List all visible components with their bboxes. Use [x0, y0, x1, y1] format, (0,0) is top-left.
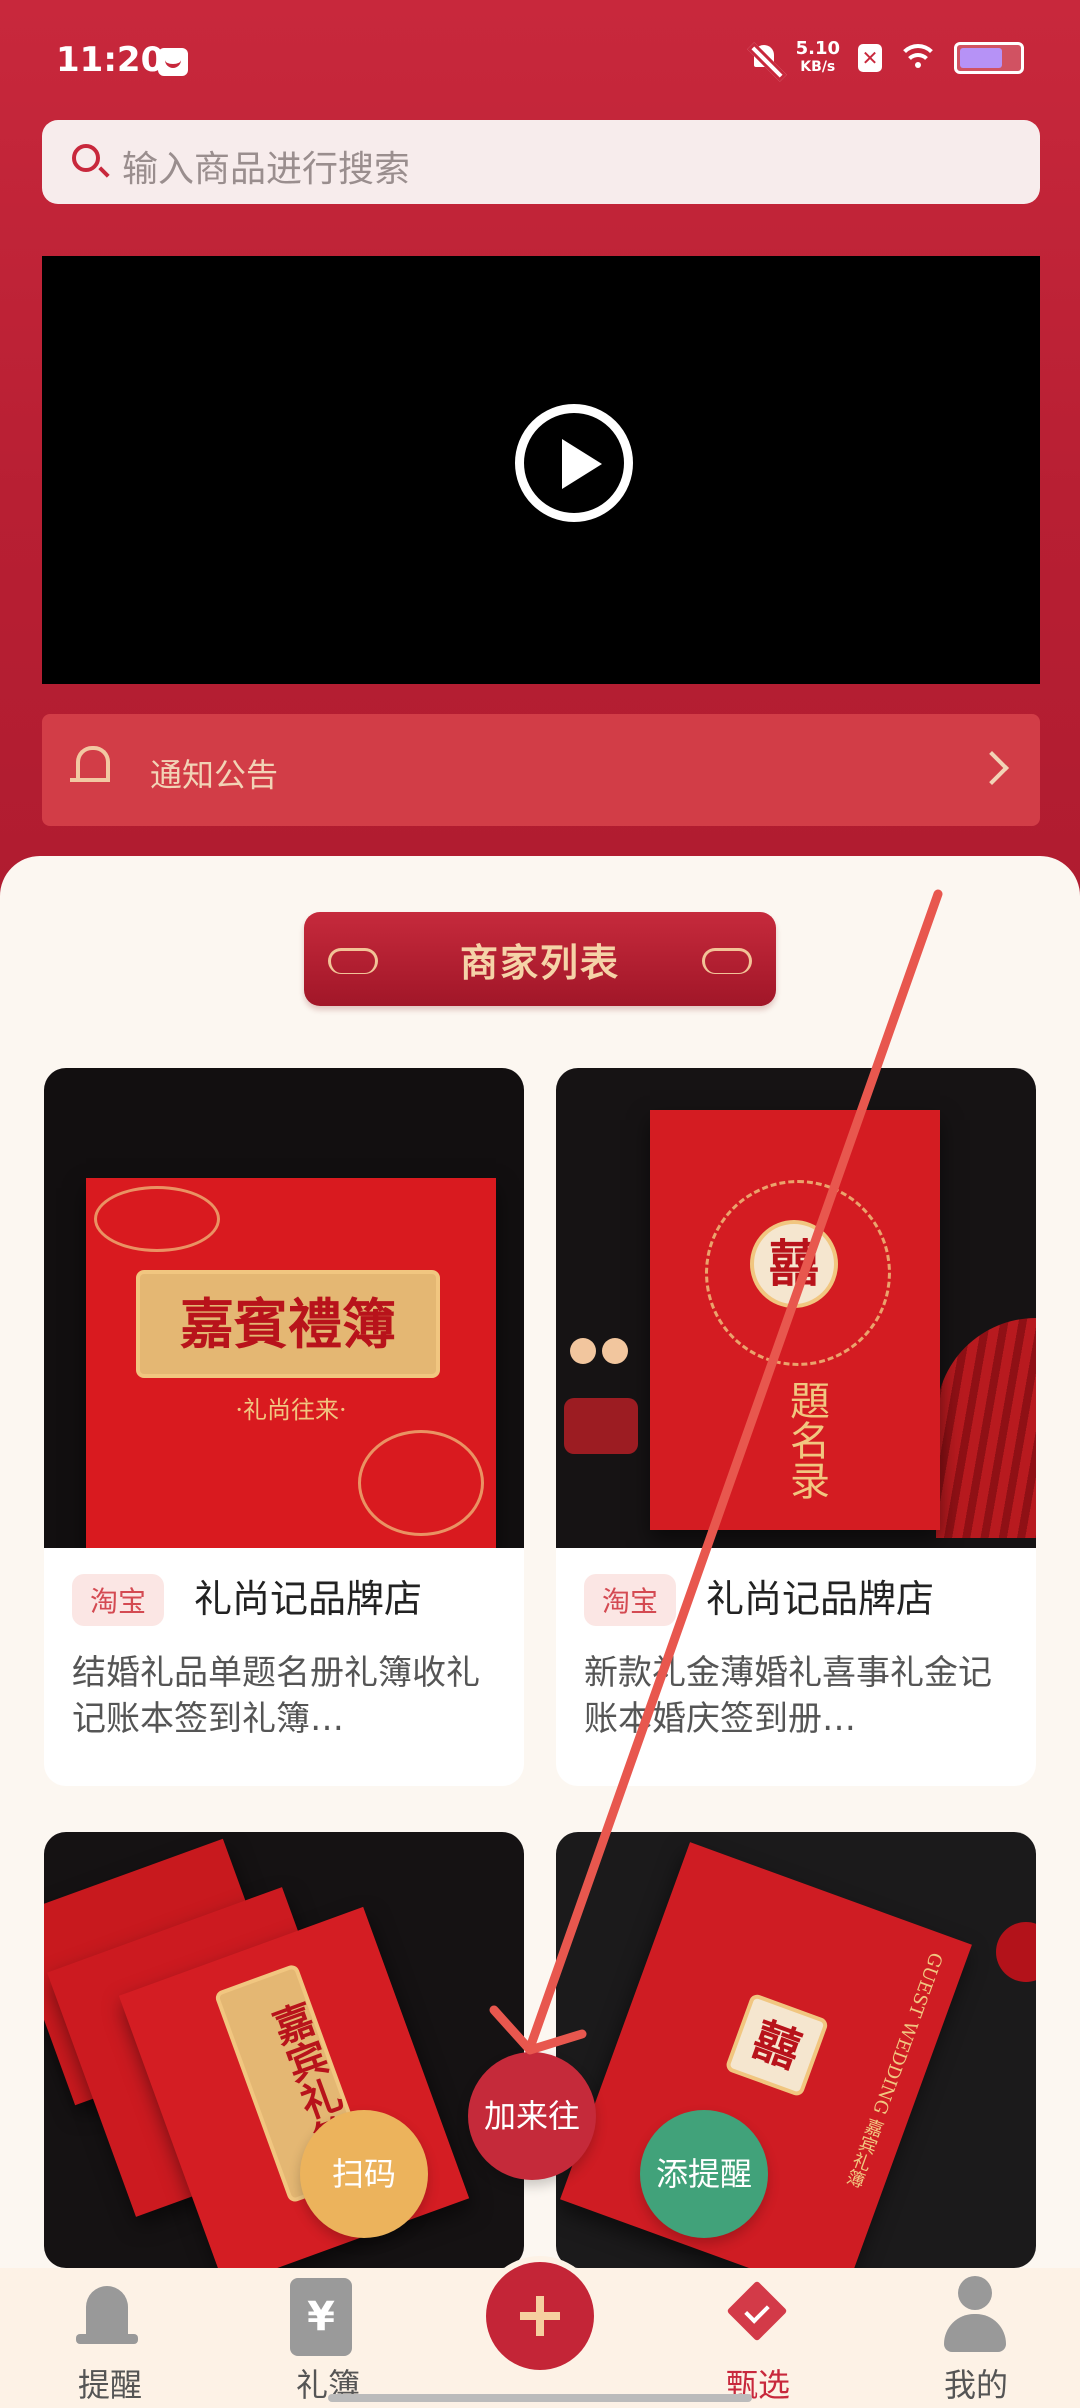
plus-icon[interactable]	[486, 2262, 594, 2370]
notice-label: 通知公告	[150, 756, 279, 794]
bell-off-icon	[750, 43, 778, 73]
double-happiness-emblem: 囍	[750, 1220, 838, 1308]
cloud-ornament-icon	[702, 948, 752, 974]
merchant-list-banner: 商家列表	[304, 912, 776, 1006]
notice-bar[interactable]: 通知公告	[42, 714, 1040, 826]
double-happiness-emblem: 囍	[724, 1992, 830, 2098]
cover-subtitle: 題名录	[783, 1380, 829, 1500]
product-description: 新款礼金薄婚礼喜事礼金记账本婚庆签到册…	[584, 1653, 992, 1739]
chevron-right-icon	[975, 751, 1009, 785]
search-icon	[72, 144, 100, 172]
couple-figurine	[558, 1338, 644, 1458]
product-info: 淘宝 礼尚记品牌店 新款礼金薄婚礼喜事礼金记账本婚庆签到册…	[556, 1548, 1036, 1786]
platform-tag: 淘宝	[584, 1574, 677, 1626]
nav-label: 提醒	[77, 2366, 142, 2404]
product-card[interactable]: 嘉賓禮簿 ·礼尚往来· 淘宝 礼尚记品牌店 结婚礼品单题名册礼簿收礼记账本签到礼…	[44, 1068, 524, 1786]
flower-ornament	[358, 1430, 484, 1536]
product-info: 淘宝 礼尚记品牌店 结婚礼品单题名册礼簿收礼记账本签到礼簿…	[44, 1548, 524, 1786]
gift-book-cover: 嘉賓禮簿 ·礼尚往来·	[86, 1178, 496, 1548]
battery-icon	[954, 42, 1024, 74]
nav-label: 我的	[943, 2366, 1008, 2404]
product-card[interactable]: 囍 GUEST WEDDING 嘉宾礼簿	[556, 1832, 1036, 2268]
net-speed-unit: KB/s	[800, 59, 836, 75]
add-contact-button[interactable]: 加来往	[468, 2052, 596, 2180]
bell-icon	[76, 2278, 138, 2350]
shop-name: 礼尚记品牌店	[706, 1577, 935, 1621]
notice-bell-icon	[70, 744, 110, 788]
x-badge-icon: ✕	[858, 44, 882, 72]
search-input[interactable]: 输入商品进行搜索	[122, 140, 410, 192]
cover-subtitle: ·礼尚往来·	[235, 1396, 347, 1424]
product-card[interactable]: 嘉宾礼簿	[44, 1832, 524, 2268]
rose-decoration	[996, 1922, 1036, 1982]
product-image: 嘉賓禮簿 ·礼尚往来·	[44, 1068, 524, 1548]
flower-ornament	[94, 1186, 220, 1252]
add-reminder-button[interactable]: 添提醒	[640, 2110, 768, 2238]
net-speed-value: 5.10	[795, 38, 840, 59]
nav-item-reminders[interactable]: 提醒	[30, 2268, 190, 2408]
product-image: 囍 GUEST WEDDING 嘉宾礼簿	[556, 1832, 1036, 2268]
status-bar: 11:20 5.10 KB/s ✕	[0, 0, 1080, 125]
profile-icon	[944, 2276, 1006, 2354]
play-icon[interactable]	[515, 404, 633, 522]
scan-button[interactable]: 扫码	[300, 2110, 428, 2238]
status-time: 11:20	[56, 40, 165, 80]
home-indicator	[328, 2394, 752, 2402]
product-description: 结婚礼品单题名册礼簿收礼记账本签到礼簿…	[72, 1653, 480, 1739]
shop-name: 礼尚记品牌店	[194, 1577, 423, 1621]
search-bar[interactable]: 输入商品进行搜索	[42, 120, 1040, 204]
status-right-group: 5.10 KB/s ✕	[750, 40, 1024, 76]
video-player[interactable]	[42, 256, 1040, 684]
bottom-nav: 提醒 ¥ 礼簿 甄选 我的	[0, 2262, 1080, 2408]
gift-book-cover: 囍 題名录	[650, 1110, 940, 1530]
nav-item-profile[interactable]: 我的	[896, 2268, 1056, 2408]
product-image: 嘉宾礼簿	[44, 1832, 524, 2268]
product-card[interactable]: 囍 題名录 淘宝 礼尚记品牌店 新款礼金薄婚礼喜事礼金记账本婚庆签到册…	[556, 1068, 1036, 1786]
nav-item-ledger[interactable]: ¥ 礼簿	[248, 2268, 408, 2408]
platform-tag: 淘宝	[72, 1574, 165, 1626]
ledger-icon: ¥	[290, 2278, 352, 2356]
product-image: 囍 題名录	[556, 1068, 1036, 1548]
cover-subtitle: GUEST WEDDING 嘉宾礼簿	[841, 1949, 947, 2190]
cover-title: 嘉賓禮簿	[136, 1270, 440, 1378]
nav-item-select[interactable]: 甄选	[678, 2268, 838, 2408]
wifi-icon	[900, 44, 936, 72]
net-speed: 5.10 KB/s	[796, 40, 840, 76]
gift-book-cover: 囍 GUEST WEDDING 嘉宾礼簿	[560, 1842, 972, 2268]
select-icon	[724, 2284, 790, 2344]
message-icon	[158, 48, 188, 76]
fan-decoration	[936, 1318, 1036, 1538]
